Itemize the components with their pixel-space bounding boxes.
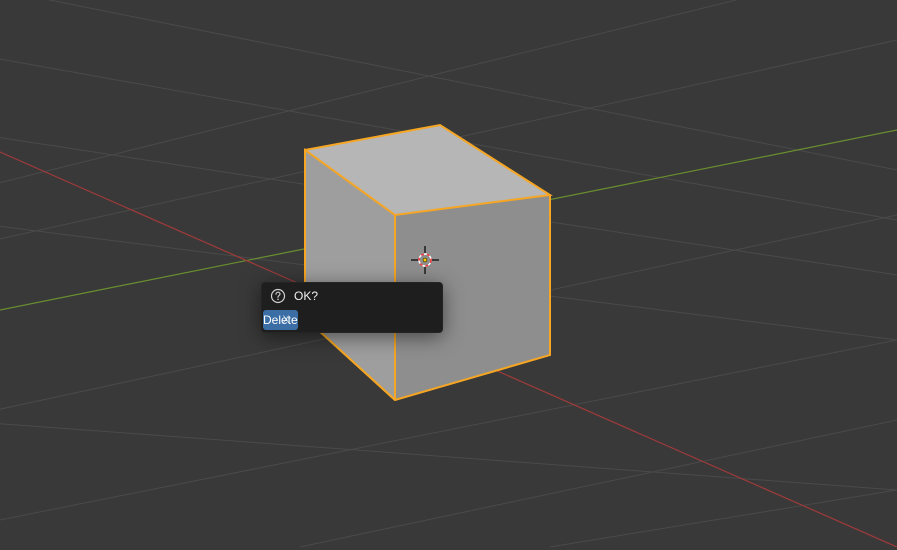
delete-shortcut: X [282, 314, 289, 326]
viewport-3d[interactable] [0, 0, 897, 547]
delete-button[interactable]: Delete X [263, 310, 298, 330]
delete-button-label: Delete [263, 313, 298, 327]
popup-header: OK? [262, 283, 442, 309]
confirm-popup: OK? Delete X [261, 282, 443, 333]
question-icon [270, 288, 286, 304]
popup-title: OK? [294, 289, 318, 303]
